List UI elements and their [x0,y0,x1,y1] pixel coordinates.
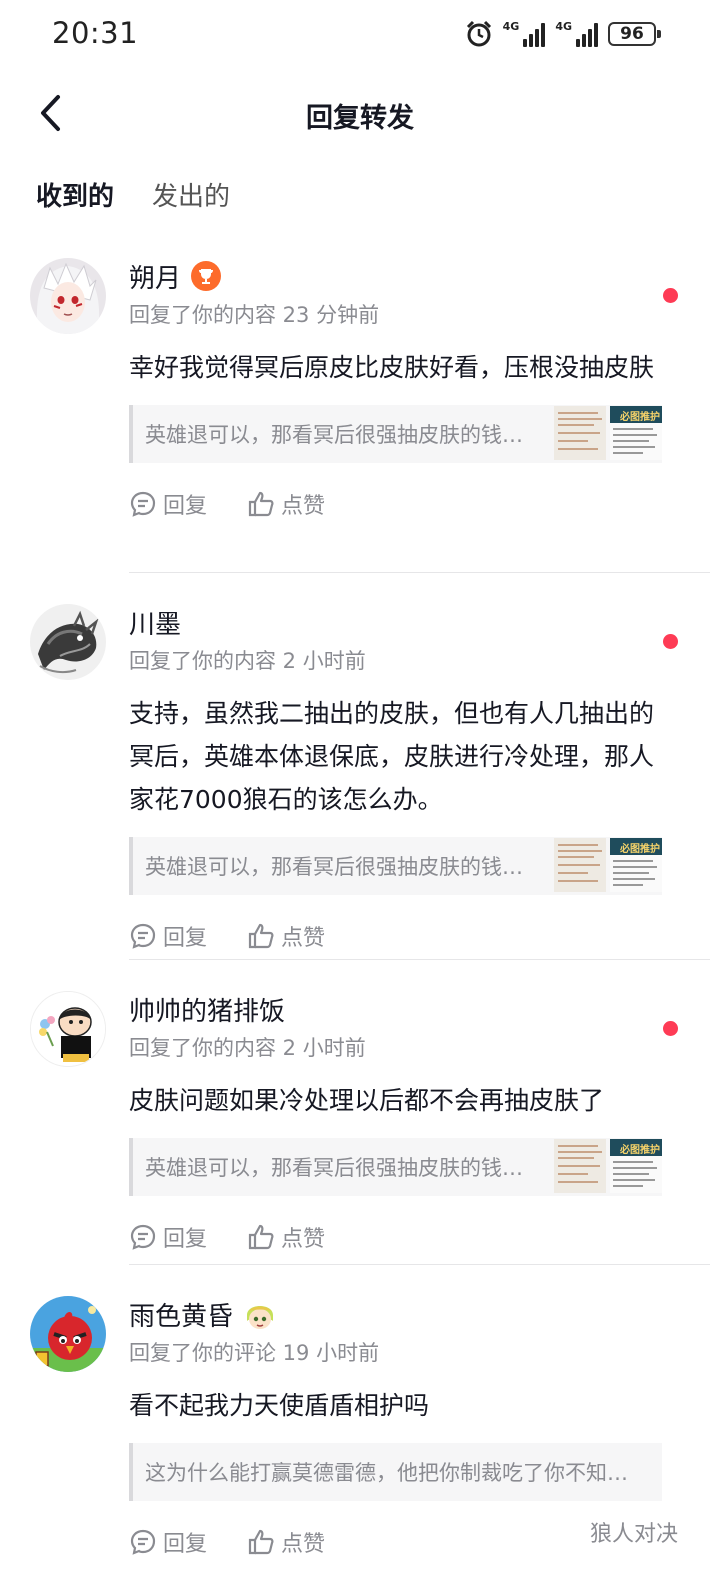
quoted-text: 英雄退可以，那看冥后很强抽皮肤的钱怎么办 [145,423,533,447]
status-icons: 4G 4G 96 [465,18,661,50]
quoted-thumbnails: 必图推护 [554,838,662,892]
thumbnail-image: 必图推护 [610,838,662,892]
quoted-post[interactable]: 英雄退可以，那看冥后很强抽皮肤的钱怎么办 必图推护 [129,405,662,463]
notification-content: 帅帅的猪排饭 回复了你的内容 2 小时前 皮肤问题如果冷处理以后都不会再抽皮肤了… [129,991,720,1252]
like-button[interactable]: 点赞 [247,920,325,952]
thumbnail-image [554,1139,606,1193]
status-time: 20:31 [52,16,139,50]
action-row: 回复 点赞 [129,1222,720,1252]
avatar[interactable] [30,991,106,1067]
source-tag[interactable]: 狼人对决 [590,1516,678,1548]
quoted-text: 英雄退可以，那看冥后很强抽皮肤的钱怎么办 [145,855,533,879]
reply-meta: 回复了你的内容 23 分钟前 [129,303,380,327]
username[interactable]: 雨色黄昏 [129,1296,233,1333]
page-title: 回复转发 [306,103,414,134]
quoted-text: 这为什么能打赢莫德雷德，他把你制裁吃了你不知道吗 [145,1461,643,1485]
reply-button[interactable]: 回复 [129,920,207,952]
comment-icon [130,1224,156,1250]
alarm-icon [466,20,491,47]
unread-dot [663,1021,678,1036]
quoted-post[interactable]: 这为什么能打赢莫德雷德，他把你制裁吃了你不知道吗 [129,1443,662,1501]
quoted-thumbnails: 必图推护 [554,406,662,460]
signal-icon: 4G [503,21,546,47]
reply-button[interactable]: 回复 [129,488,207,520]
divider [129,572,710,573]
quoted-text: 英雄退可以，那看冥后很强抽皮肤的钱怎么办 [145,1156,533,1180]
like-button[interactable]: 点赞 [247,1526,325,1558]
reply-text: 幸好我觉得冥后原皮比皮肤好看，压根没抽皮肤 [129,353,655,382]
tab-received[interactable]: 收到的 [36,178,114,218]
header: 回复转发 [0,78,720,148]
thumbs-up-icon [248,491,274,517]
reply-meta: 回复了你的内容 2 小时前 [129,649,366,673]
tab-label: 发出的 [152,182,231,212]
reply-button[interactable]: 回复 [129,1526,207,1558]
thumbnail-image: 必图推护 [610,1139,662,1193]
action-row: 回复 点赞 [129,489,720,519]
battery-icon: 96 [608,22,661,46]
thumbnail-image [554,406,606,460]
username[interactable]: 朔月 [129,258,181,295]
unread-dot [663,288,678,303]
thumbs-up-icon [248,1529,274,1555]
avatar[interactable] [30,604,106,680]
comment-icon [130,923,156,949]
thumbnail-image [554,838,606,892]
divider [129,1264,710,1265]
signal-icon-2: 4G [555,21,598,47]
comment-icon [130,491,156,517]
like-button[interactable]: 点赞 [247,488,325,520]
reply-button[interactable]: 回复 [129,1221,207,1253]
reply-meta: 回复了你的评论 19 小时前 [129,1341,380,1365]
username[interactable]: 川墨 [129,604,181,641]
status-bar: 20:31 4G 4G 96 [0,0,720,70]
tab-sent[interactable]: 发出的 [152,178,230,218]
divider [129,959,710,960]
thumbnail-image: 必图推护 [610,406,662,460]
avatar[interactable] [30,258,106,334]
action-row: 回复 点赞 [129,921,720,951]
reply-meta: 回复了你的内容 2 小时前 [129,1036,366,1060]
trophy-icon [191,261,222,291]
comment-icon [130,1529,156,1555]
quoted-post[interactable]: 英雄退可以，那看冥后很强抽皮肤的钱怎么办 必图推护 [129,1138,662,1196]
thumbs-up-icon [248,923,274,949]
reply-text: 看不起我力天使盾盾相护吗 [129,1391,430,1420]
notification-content: 朔月 回复了你的内容 23 分钟前 幸好我觉得冥后原皮比皮肤好看，压根没抽皮肤 … [129,258,720,519]
notification-content: 川墨 回复了你的内容 2 小时前 支持，虽然我二抽出的皮肤，但也有人几抽出的冥后… [129,604,720,951]
quoted-post[interactable]: 英雄退可以，那看冥后很强抽皮肤的钱怎么办 必图推护 [129,837,662,895]
reply-text: 皮肤问题如果冷处理以后都不会再抽皮肤了 [129,1086,605,1115]
like-button[interactable]: 点赞 [247,1221,325,1253]
thumbs-up-icon [248,1224,274,1250]
tab-bar: 收到的 发出的 [36,178,230,222]
reply-text: 支持，虽然我二抽出的皮肤，但也有人几抽出的冥后，英雄本体退保底，皮肤进行冷处理，… [129,699,655,814]
username[interactable]: 帅帅的猪排饭 [129,991,285,1028]
tab-label: 收到的 [36,182,115,212]
unread-dot [663,634,678,649]
avatar[interactable] [30,1296,106,1372]
cartoon-face-icon [243,1297,277,1331]
quoted-thumbnails: 必图推护 [554,1139,662,1193]
